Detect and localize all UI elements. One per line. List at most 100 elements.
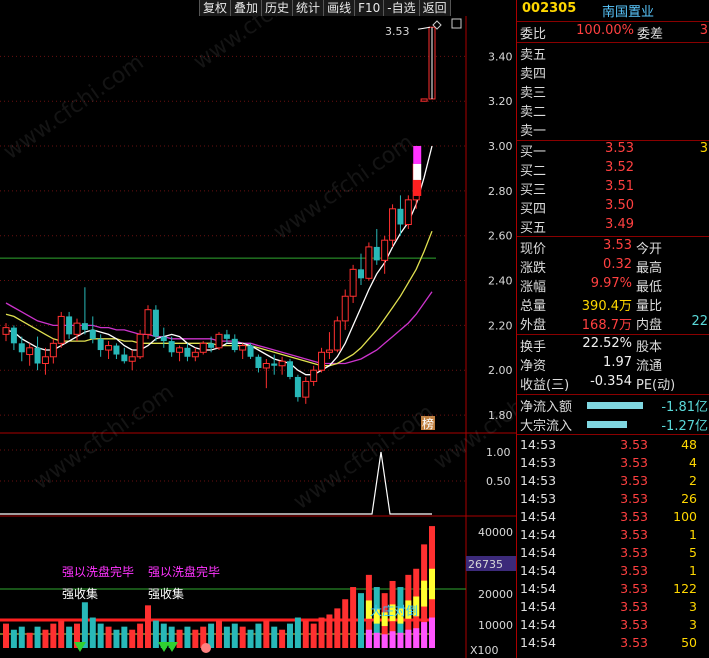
volume-bar bbox=[247, 629, 254, 648]
candle-body bbox=[176, 347, 184, 353]
flow-value: -1.27亿 bbox=[661, 419, 708, 434]
toolbar-button-4[interactable]: 画线 bbox=[323, 0, 355, 16]
candle-body bbox=[152, 309, 159, 337]
candle-body bbox=[128, 356, 136, 362]
candle-body bbox=[302, 380, 310, 398]
quote-label-2: 最高 bbox=[636, 261, 663, 276]
indicator-axis-label: 1.00 bbox=[486, 446, 511, 459]
toolbar-button-5[interactable]: F10 bbox=[354, 0, 384, 16]
tick-time: 14:54 bbox=[520, 599, 557, 614]
buy-row: 买三 3.51 bbox=[517, 179, 709, 198]
volume-bar bbox=[326, 614, 333, 648]
fundamental-label: 收益(三) bbox=[520, 378, 570, 393]
quote-label: 现价 bbox=[520, 242, 547, 257]
quote-row: 外盘 168.7万 内盘 22 bbox=[517, 314, 709, 333]
toolbar-button-7[interactable]: 返回 bbox=[418, 0, 451, 16]
candle-body bbox=[199, 342, 207, 353]
high-marker-label: 3.53 bbox=[385, 25, 410, 38]
tick-time: 14:54 bbox=[520, 545, 557, 560]
volume-bar bbox=[263, 620, 270, 648]
volume-bar bbox=[10, 629, 17, 648]
toolbar-button-0[interactable]: 复权 bbox=[199, 0, 231, 16]
price-axis-label: 2.40 bbox=[488, 275, 513, 288]
candle-body bbox=[215, 333, 223, 349]
volume-bar bbox=[216, 620, 222, 648]
tick-volume: 1 bbox=[689, 563, 697, 578]
toolbar: 复权 叠加 历史 统计 画线 F10 -自选 返回 bbox=[199, 0, 451, 16]
flow-bar bbox=[587, 421, 627, 428]
buy-label: 买一 bbox=[520, 145, 547, 160]
tick-price: 3.53 bbox=[620, 635, 648, 650]
candle-body bbox=[89, 329, 96, 339]
tick-time: 14:53 bbox=[520, 437, 557, 452]
volume-axis-label: 10000 bbox=[478, 619, 513, 632]
candle-body bbox=[41, 356, 49, 365]
tick-price: 3.53 bbox=[620, 581, 648, 596]
buy-row: 买四 3.50 bbox=[517, 198, 709, 217]
quote-row: 涨幅 9.97% 最低 bbox=[517, 276, 709, 295]
tick-price: 3.53 bbox=[620, 473, 648, 488]
candle-body bbox=[318, 351, 326, 371]
sell-row: 卖二 bbox=[517, 101, 709, 120]
tick-row: 14:54 3.53 3 bbox=[517, 599, 709, 617]
toolbar-button-6[interactable]: -自选 bbox=[383, 0, 419, 16]
tick-volume: 26 bbox=[681, 491, 697, 506]
tick-volume: 4 bbox=[689, 455, 697, 470]
volume-bar-yellow bbox=[421, 580, 428, 607]
volume-bar bbox=[18, 626, 25, 648]
toolbar-button-3[interactable]: 统计 bbox=[292, 0, 324, 16]
price-axis-label: 2.60 bbox=[488, 230, 513, 243]
watermark-text: www.cfchi.com bbox=[269, 130, 418, 245]
flow-row: 大宗流入 -1.27亿 bbox=[517, 415, 709, 434]
quote-value: 168.7万 bbox=[581, 318, 632, 333]
tick-time: 14:54 bbox=[520, 635, 557, 650]
price-axis-label: 2.00 bbox=[488, 364, 513, 377]
tick-price: 3.53 bbox=[620, 545, 648, 560]
tick-volume: 1 bbox=[689, 527, 697, 542]
tick-time: 14:53 bbox=[520, 491, 557, 506]
stock-name: 南国置业 bbox=[602, 5, 655, 20]
sell-label: 卖三 bbox=[520, 86, 547, 101]
buy-price: 3.51 bbox=[605, 179, 634, 194]
candle-body bbox=[278, 360, 286, 367]
tick-row: 14:53 3.53 4 bbox=[517, 455, 709, 473]
volume-bar bbox=[334, 608, 341, 648]
volume-bar bbox=[34, 626, 41, 648]
buy-volume: 3 bbox=[699, 141, 708, 156]
high-marker-arrow bbox=[417, 26, 431, 30]
volume-bar bbox=[50, 623, 57, 648]
candle-body bbox=[160, 336, 167, 342]
quote-label: 总量 bbox=[520, 299, 547, 314]
quote-value-2: 22 bbox=[691, 314, 708, 329]
tick-price: 3.53 bbox=[620, 455, 648, 470]
volume-bar bbox=[137, 623, 144, 648]
tick-volume: 5 bbox=[689, 545, 697, 560]
tick-row: 14:54 3.53 3 bbox=[517, 617, 709, 635]
volume-bar bbox=[176, 629, 183, 648]
fundamental-label-2: 流通 bbox=[636, 359, 663, 374]
candle-body bbox=[168, 341, 175, 353]
highlight-candle-white bbox=[413, 163, 422, 180]
candle-body bbox=[81, 323, 88, 330]
volume-bar bbox=[279, 629, 286, 648]
toolbar-button-2[interactable]: 历史 bbox=[261, 0, 293, 16]
volume-bar bbox=[342, 599, 349, 648]
candle-body bbox=[10, 327, 17, 344]
watermark-text: www.cfchi.com bbox=[289, 400, 438, 515]
annotation-wash: 强以洗盘完毕 bbox=[148, 564, 220, 579]
buy-price: 3.52 bbox=[605, 160, 634, 175]
highlight-candle-red bbox=[413, 179, 422, 196]
annotation-dui-dao: 大庄对倒 bbox=[370, 603, 418, 618]
fundamental-value: -0.354 bbox=[590, 374, 632, 389]
candle-body bbox=[373, 246, 380, 261]
volume-bar-magenta bbox=[421, 622, 428, 648]
candle-body bbox=[397, 208, 404, 225]
candle-body bbox=[365, 246, 373, 279]
fundamental-value: 1.97 bbox=[603, 355, 632, 370]
volume-bar bbox=[255, 623, 262, 648]
candle-body bbox=[255, 356, 262, 368]
tick-row: 14:54 3.53 122 bbox=[517, 581, 709, 599]
price-axis-label: 2.20 bbox=[488, 319, 513, 332]
kline-chart[interactable]: 3.403.203.002.802.602.402.202.001.803.53… bbox=[0, 0, 516, 658]
toolbar-button-1[interactable]: 叠加 bbox=[230, 0, 262, 16]
